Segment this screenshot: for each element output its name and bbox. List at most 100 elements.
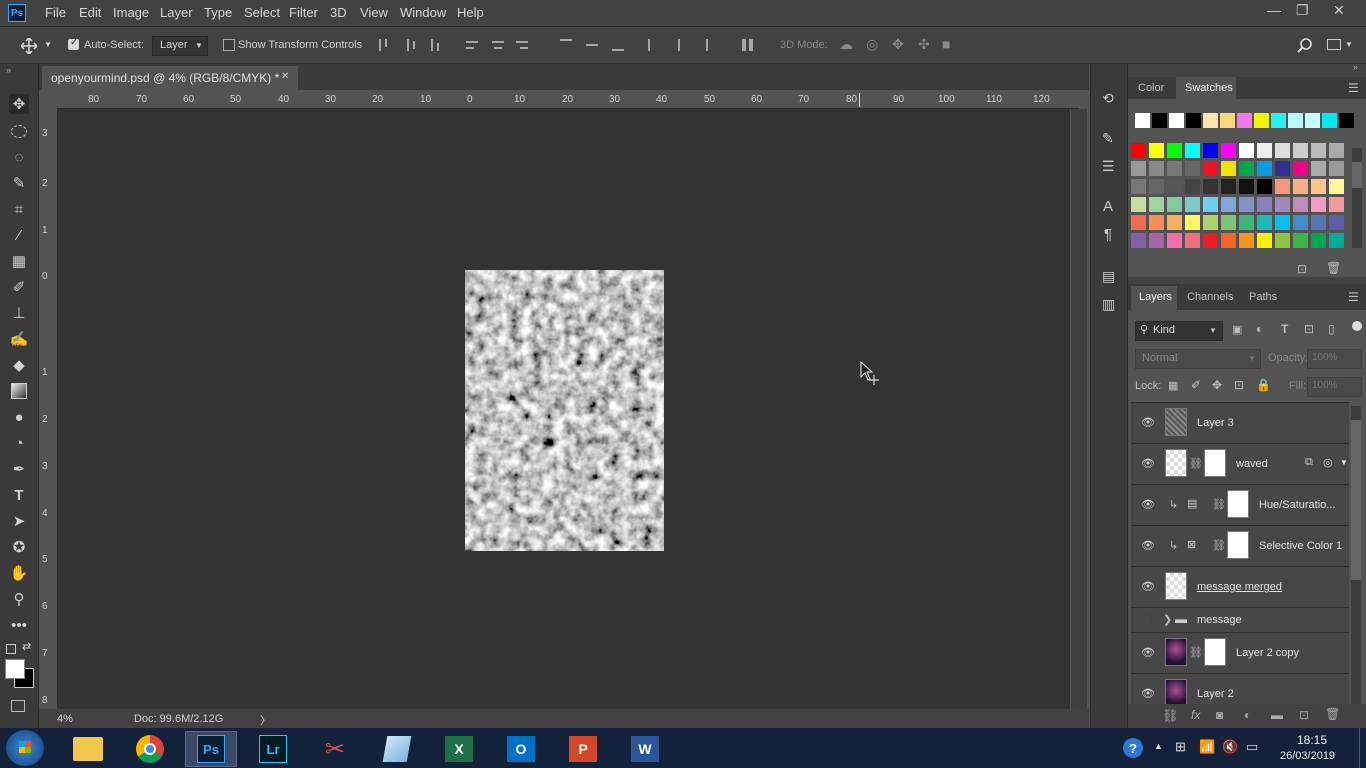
3d-camera-icon[interactable]: ■ [942,36,950,52]
taskbar-photoshop-icon[interactable]: Ps [185,731,237,767]
default-colors-icon[interactable] [6,644,16,654]
swatch[interactable] [1275,161,1290,176]
tab-layers[interactable]: Layers [1139,291,1172,303]
swatch[interactable] [1186,113,1201,128]
dodge-tool-icon[interactable]: ◔ [9,433,29,453]
layer-row[interactable]: 👁 ⛓ waved ⧉ ◎ ▼ [1131,444,1349,485]
taskbar-word-icon[interactable]: W [619,731,671,767]
canvas-vertical-scrollbar[interactable] [1071,109,1087,709]
panel-menu-icon[interactable]: ☰ [1348,290,1359,304]
layer-row[interactable]: 👁 Layer 2 [1131,674,1349,707]
layer-name[interactable]: Hue/Saturatio... [1259,499,1335,511]
new-group-icon[interactable]: ▬ [1271,708,1283,722]
taskbar-lightroom-icon[interactable]: Lr [247,731,299,767]
swatch[interactable] [1185,161,1200,176]
history-brush-tool-icon[interactable]: ✍ [9,329,29,349]
swatch[interactable] [1305,113,1320,128]
swatch[interactable] [1167,143,1182,158]
trash-icon[interactable]: 🗑 [1326,261,1341,275]
swatch[interactable] [1203,233,1218,248]
swatch[interactable] [1167,179,1182,194]
filter-adjustment-icon[interactable]: ◐ [1256,322,1263,336]
filter-pixel-icon[interactable]: ▣ [1232,323,1242,336]
swatch[interactable] [1257,233,1272,248]
menu-select[interactable]: Select [244,5,280,20]
lock-position-icon[interactable]: ✥ [1212,378,1222,392]
brush-tool-icon[interactable]: ✐ [9,277,29,297]
swatch[interactable] [1239,197,1254,212]
align-top-icon[interactable] [379,39,381,51]
swatch[interactable] [1239,179,1254,194]
marquee-tool-icon[interactable] [9,121,29,141]
swatch[interactable] [1257,179,1272,194]
swatch[interactable] [1311,215,1326,230]
taskbar-powerpoint-icon[interactable]: P [557,731,609,767]
swatch[interactable] [1293,197,1308,212]
gradient-tool-icon[interactable] [9,381,29,401]
menu-file[interactable]: File [45,5,66,20]
blur-tool-icon[interactable]: ● [9,407,29,427]
eye-icon[interactable]: 👁 [1140,539,1156,552]
lasso-tool-icon[interactable]: ◌ [9,147,29,167]
swatch[interactable] [1329,161,1344,176]
healing-brush-tool-icon[interactable]: ▦ [9,251,29,271]
swatch[interactable] [1203,197,1218,212]
crop-tool-icon[interactable]: ⌗ [9,199,29,219]
filter-shape-icon[interactable]: ⊡ [1304,322,1314,336]
lock-transparent-icon[interactable]: ▦ [1168,379,1178,392]
layer-row[interactable]: 👁 ↳ ▤ ⛓ Hue/Saturatio... [1131,485,1349,526]
opacity-field[interactable]: 100% [1307,349,1362,369]
filter-toggle[interactable] [1352,321,1362,331]
swatch[interactable] [1221,215,1236,230]
swatch[interactable] [1322,113,1337,128]
layer-name[interactable]: Selective Color 1 [1259,540,1342,552]
document-canvas[interactable] [465,270,664,551]
chevron-down-icon[interactable]: ▼ [1340,458,1348,467]
distribute-left-icon[interactable] [648,39,650,51]
swatch[interactable] [1275,233,1290,248]
swatch[interactable] [1131,143,1146,158]
menu-help[interactable]: Help [457,5,484,20]
move-tool-icon[interactable]: ✥ [9,94,29,114]
layer-name[interactable]: waved [1236,458,1268,470]
swatch[interactable] [1311,233,1326,248]
swatch[interactable] [1329,197,1344,212]
lock-all-icon[interactable]: 🔒 [1256,378,1271,392]
filter-effects-icon[interactable]: ◎ [1323,456,1333,469]
foreground-color-swatch[interactable] [5,659,25,679]
swatch[interactable] [1152,113,1167,128]
swatch[interactable] [1239,215,1254,230]
swatch[interactable] [1257,143,1272,158]
distribute-bottom-icon[interactable] [612,49,624,51]
swatch[interactable] [1185,233,1200,248]
swatch[interactable] [1275,143,1290,158]
eye-icon[interactable]: 👁 [1140,646,1156,659]
collapse-icon[interactable]: » [6,65,11,75]
show-transform-checkbox[interactable] [223,39,235,51]
tab-swatches[interactable]: Swatches [1185,82,1233,94]
swatch[interactable] [1149,197,1164,212]
type-tool-icon[interactable]: T [9,485,29,505]
align-hcenter-icon[interactable] [492,41,504,43]
menu-view[interactable]: View [360,5,388,20]
lock-artboard-icon[interactable]: ⊡ [1234,378,1244,392]
swatch[interactable] [1203,179,1218,194]
tab-color[interactable]: Color [1138,82,1164,94]
fx-icon[interactable]: fx [1191,708,1200,722]
swatch[interactable] [1221,143,1236,158]
swatch[interactable] [1293,215,1308,230]
paragraph-panel-icon[interactable]: ¶ [1104,226,1112,243]
swatch[interactable] [1135,113,1150,128]
eye-icon[interactable]: 👁 [1140,416,1156,429]
new-layer-icon[interactable]: ⊡ [1299,708,1309,722]
link-layers-icon[interactable]: ⛓ [1162,708,1179,724]
close-tab-icon[interactable]: ✕ [281,71,289,82]
swatch[interactable] [1203,215,1218,230]
document-tab[interactable]: openyourmind.psd @ 4% (RGB/8/CMYK) * ✕ [42,66,298,90]
brush-panel-icon[interactable]: ✎ [1102,130,1114,147]
layer-name[interactable]: Layer 3 [1197,417,1234,429]
help-icon[interactable]: ? [1123,738,1143,758]
layer-row[interactable]: 👁 Layer 3 [1131,403,1349,444]
show-desktop-button[interactable] [1359,728,1366,768]
layer-name[interactable]: Layer 2 copy [1236,647,1299,659]
